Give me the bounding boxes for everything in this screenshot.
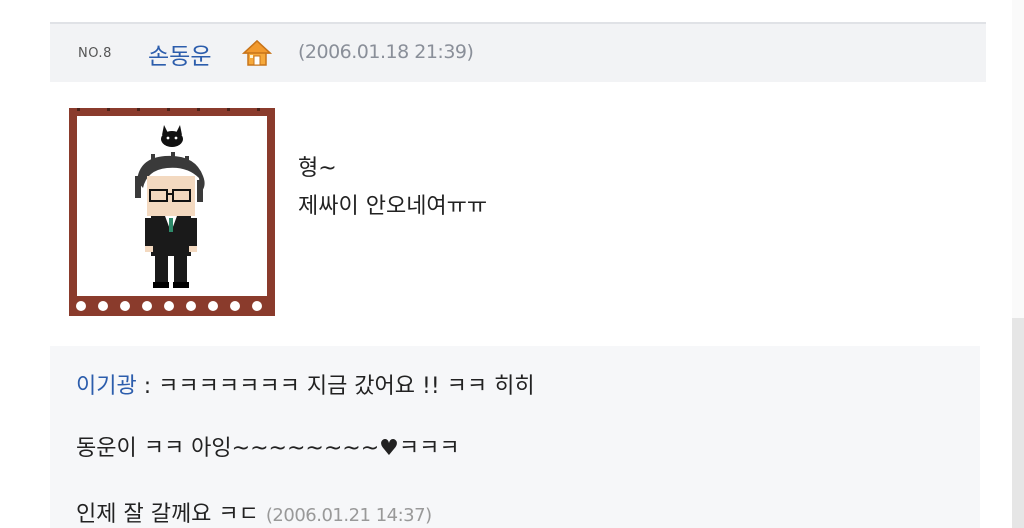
post-number: NO.8: [78, 46, 112, 61]
post-author-link[interactable]: 손동운: [148, 37, 211, 71]
comment-text-1: ㅋㅋㅋㅋㅋㅋㅋ 지금 갔어요 !! ㅋㅋ 히히: [158, 374, 535, 399]
scrollbar-track: [1012, 0, 1024, 318]
comment-separator: :: [143, 374, 152, 399]
avatar: [67, 106, 277, 318]
post-header: NO.8 손동운 (2006.01.18 21:39): [50, 22, 986, 82]
comment-line-2: 동운이 ㅋㅋ 아잉~~~~~~~~♥ㅋㅋㅋ: [76, 436, 460, 461]
home-icon[interactable]: [242, 38, 272, 68]
comment-author-link[interactable]: 이기광: [76, 374, 137, 399]
post-body: 형~ 제싸이 안오네여ㅠㅠ: [298, 156, 488, 219]
comment-line-1: 이기광 : ㅋㅋㅋㅋㅋㅋㅋ 지금 갔어요 !! ㅋㅋ 히히: [76, 368, 535, 400]
comment-box: 이기광 : ㅋㅋㅋㅋㅋㅋㅋ 지금 갔어요 !! ㅋㅋ 히히 동운이 ㅋㅋ 아잉~…: [50, 346, 980, 528]
scrollbar-thumb[interactable]: [1012, 318, 1024, 528]
comment-line-3: 인제 잘 갈께요 ㅋㄷ (2006.01.21 14:37): [76, 496, 432, 528]
comment-date: (2006.01.21 14:37): [265, 505, 432, 526]
post-date: (2006.01.18 21:39): [298, 41, 474, 63]
comment-text-3: 인제 잘 갈께요 ㅋㄷ: [76, 502, 259, 527]
